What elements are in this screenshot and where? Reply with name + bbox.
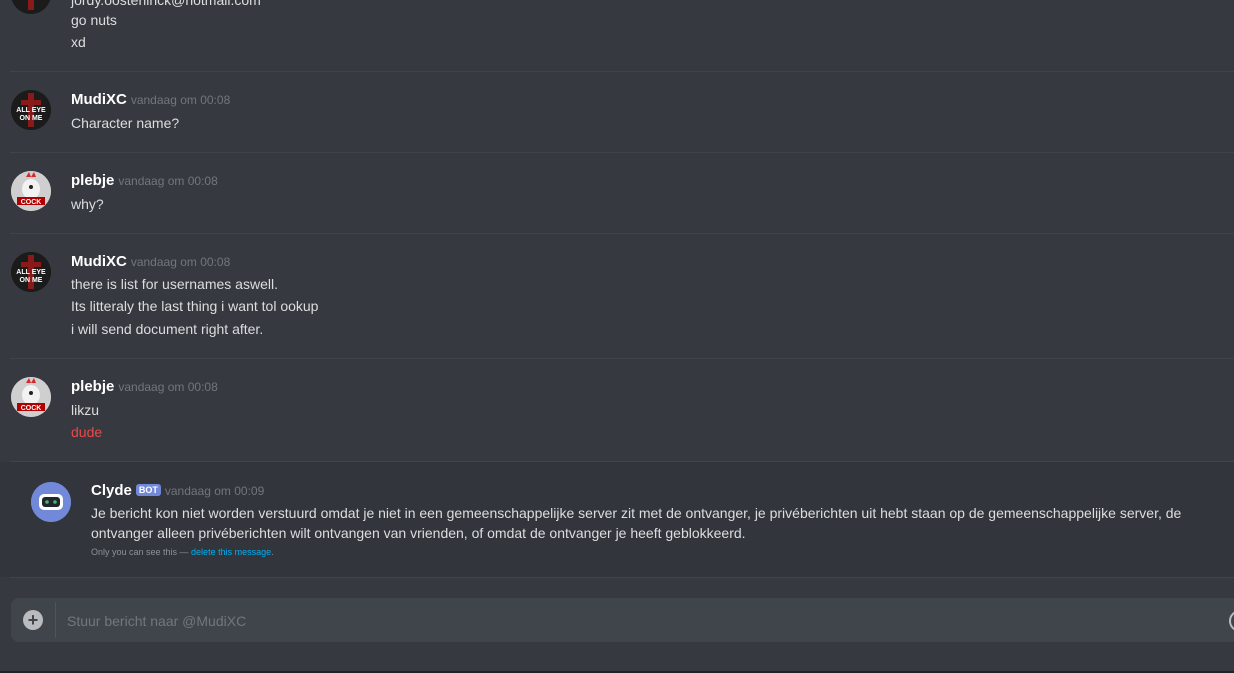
avatar-plebje[interactable]: COCK: [11, 171, 51, 211]
message-text: i will send document right after.: [71, 321, 264, 337]
avatar-image: COCK: [11, 377, 51, 417]
delete-message-link[interactable]: delete this message: [191, 547, 271, 557]
message-author[interactable]: plebje vandaag om 00:08: [71, 378, 218, 395]
avatar-mudixc[interactable]: [11, 0, 51, 14]
message-timestamp: vandaag om 00:08: [130, 255, 231, 269]
svg-text:ALL EYE: ALL EYE: [16, 269, 46, 276]
author-name[interactable]: MudiXC: [71, 91, 127, 108]
clyde-message-text: Je bericht kon niet worden verstuurd omd…: [91, 505, 1182, 541]
message-timestamp: vandaag om 00:08: [118, 174, 218, 188]
author-name[interactable]: MudiXC: [71, 253, 127, 270]
avatar-plebje[interactable]: COCK: [11, 377, 51, 417]
clyde-robot-icon: [31, 482, 71, 522]
ephemeral-suffix: .: [271, 547, 274, 557]
bot-badge: BOT: [135, 484, 161, 497]
avatar-image: ALL EYE ON ME: [11, 90, 51, 130]
message-text: Its litteraly the last thing i want tol …: [71, 298, 319, 314]
message-group: ALL EYE ON ME MudiXC vandaag om 00:08 Cha…: [0, 72, 1234, 152]
message-text: likzu: [71, 402, 100, 418]
plus-icon[interactable]: +: [23, 610, 43, 630]
emoji-icon[interactable]: [1229, 610, 1234, 632]
message-text: why?: [71, 196, 104, 212]
message-group-partial: jordy.oosterlinck@hotmail.com go nuts xd: [0, 0, 1234, 72]
avatar-image: ALL EYE ON ME: [11, 252, 51, 292]
svg-text:COCK: COCK: [21, 199, 42, 206]
message-author[interactable]: plebje vandaag om 00:08: [71, 172, 218, 189]
message-text: xd: [71, 34, 86, 50]
message-text-red: dude: [71, 424, 103, 440]
message-text: Character name?: [71, 115, 180, 131]
author-name[interactable]: Clyde: [91, 482, 132, 499]
message-timestamp: vandaag om 00:09: [164, 484, 265, 498]
svg-text:ON ME: ON ME: [20, 115, 43, 122]
avatar-image: COCK: [11, 171, 51, 211]
svg-text:COCK: COCK: [21, 405, 42, 412]
message-input[interactable]: [65, 598, 1169, 644]
message-list[interactable]: jordy.oosterlinck@hotmail.com go nuts xd…: [0, 0, 1234, 590]
avatar-clyde[interactable]: [31, 482, 71, 522]
message-author[interactable]: Clyde BOT vandaag om 00:09: [91, 482, 264, 499]
message-timestamp: vandaag om 00:08: [130, 93, 231, 107]
message-divider: [10, 577, 1234, 578]
avatar-mudixc[interactable]: ALL EYE ON ME: [11, 90, 51, 130]
svg-text:ALL EYE: ALL EYE: [16, 107, 46, 114]
message-group: COCK plebje vandaag om 00:08 likzu dude: [0, 359, 1234, 461]
message-group: ALL EYE ON ME MudiXC vandaag om 00:08 the…: [0, 234, 1234, 358]
message-author[interactable]: MudiXC vandaag om 00:08: [71, 253, 230, 270]
ephemeral-notice: Only you can see this — delete this mess…: [91, 547, 274, 557]
message-text-email[interactable]: jordy.oosterlinck@hotmail.com: [71, 0, 261, 8]
message-composer: +: [11, 598, 1234, 644]
avatar-image: [11, 0, 51, 14]
message-text: go nuts: [71, 12, 117, 28]
clyde-ephemeral-message: Clyde BOT vandaag om 00:09 Je bericht kon …: [0, 462, 1234, 577]
composer-separator: [55, 602, 56, 638]
message-text: there is list for usernames aswell.: [71, 276, 278, 292]
author-name[interactable]: plebje: [71, 172, 114, 189]
author-name[interactable]: plebje: [71, 378, 114, 395]
avatar-mudixc[interactable]: ALL EYE ON ME: [11, 252, 51, 292]
ephemeral-prefix: Only you can see this —: [91, 547, 192, 557]
message-timestamp: vandaag om 00:08: [118, 380, 218, 394]
message-author[interactable]: MudiXC vandaag om 00:08: [71, 91, 230, 108]
svg-text:ON ME: ON ME: [20, 277, 43, 284]
message-group: COCK plebje vandaag om 00:08 why?: [0, 153, 1234, 233]
